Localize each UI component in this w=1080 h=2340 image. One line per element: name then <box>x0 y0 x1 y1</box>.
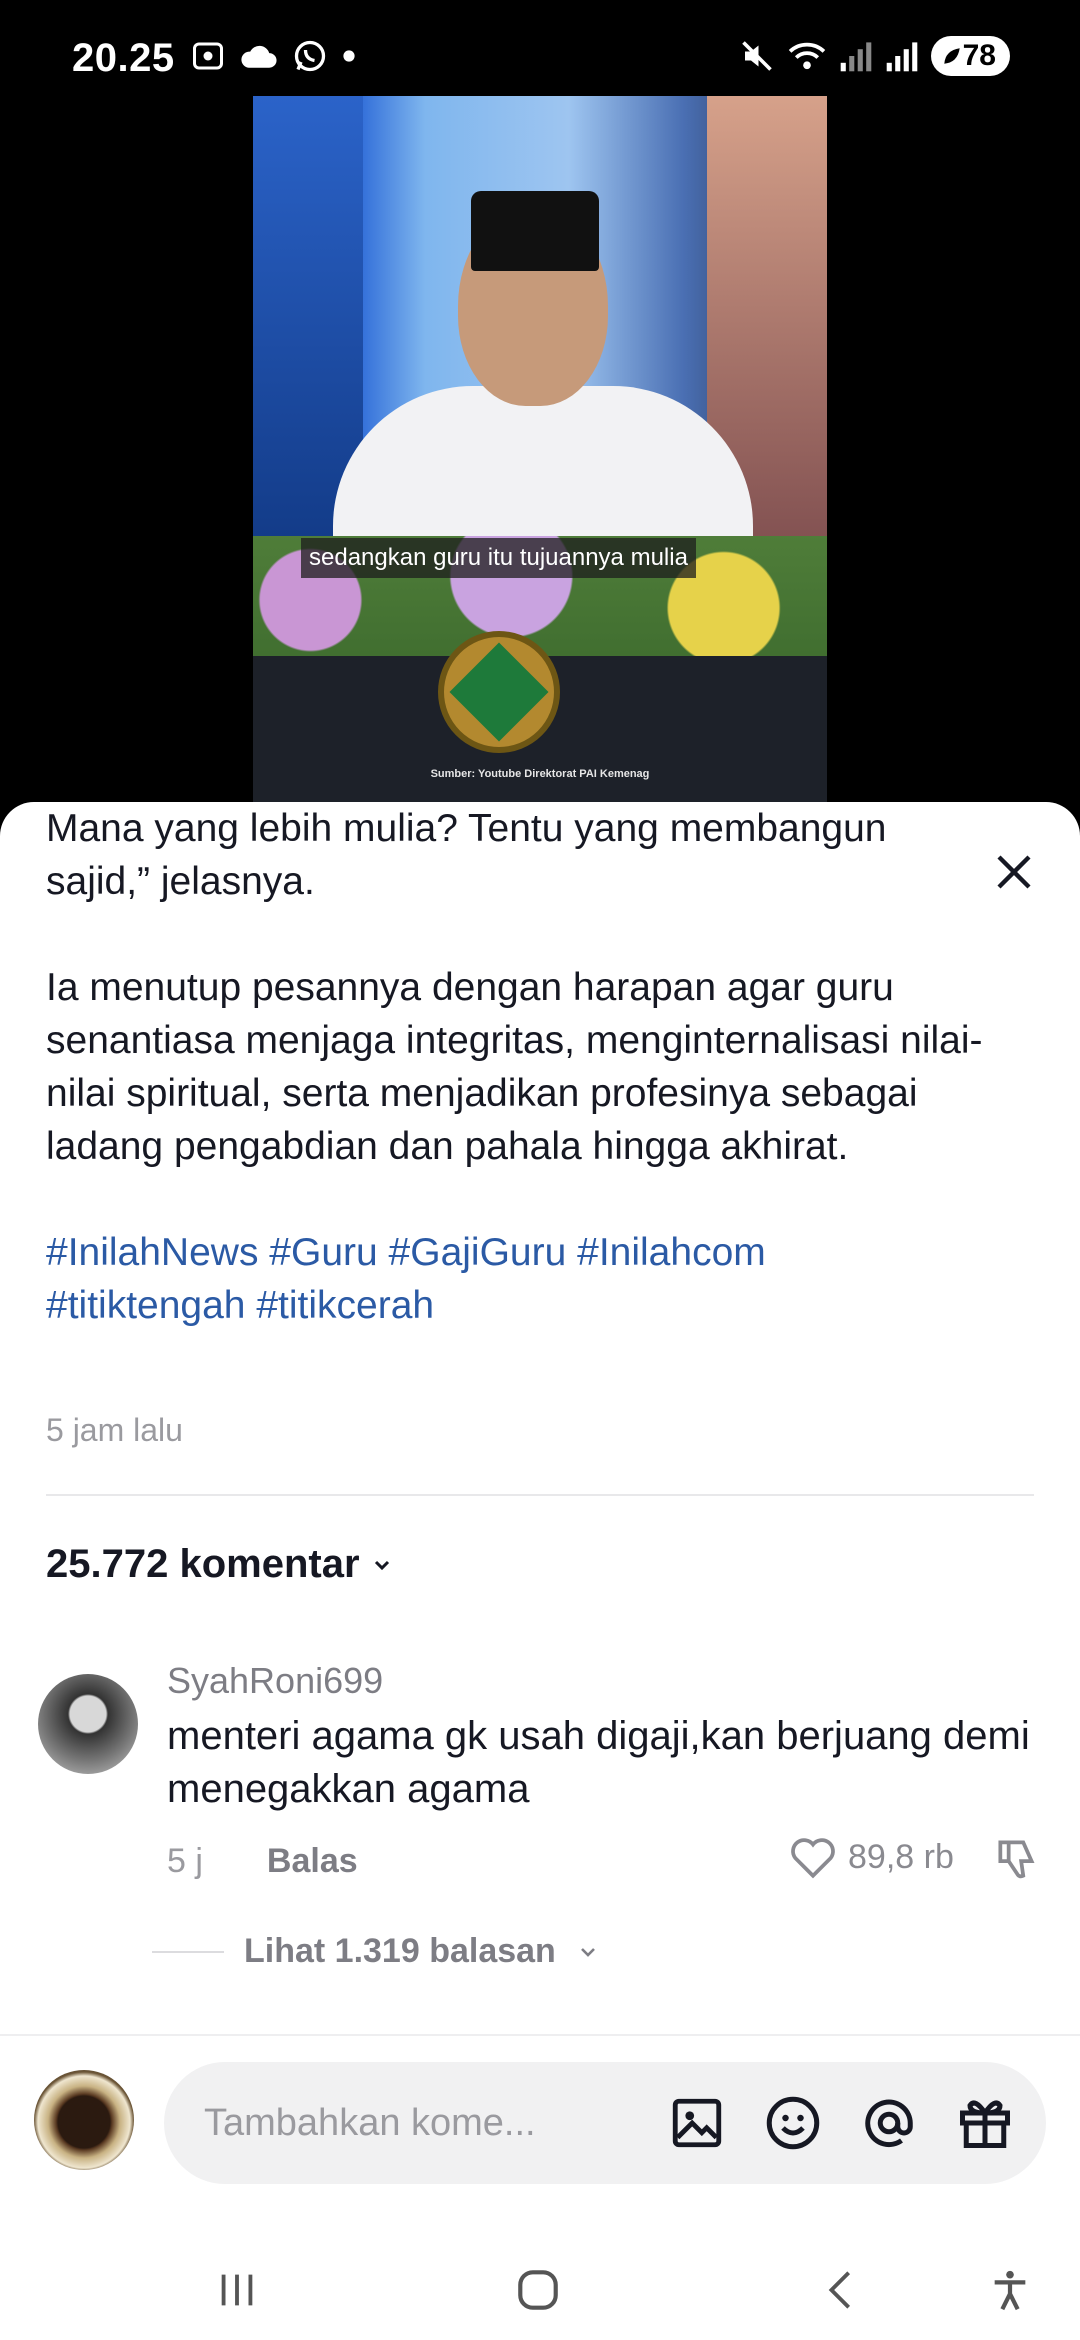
accessibility-button[interactable] <box>975 2260 1045 2320</box>
thumbs-down-icon <box>998 1840 1035 1879</box>
comment-input[interactable] <box>202 2092 606 2154</box>
emoji-icon <box>766 2096 820 2150</box>
video-subtitle: sedangkan guru itu tujuannya mulia <box>301 538 696 578</box>
like-count: 89,8 rb <box>848 1837 954 1876</box>
view-replies-button[interactable]: Lihat 1.319 balasan <box>152 1932 600 1971</box>
hashtag-link[interactable]: #GajiGuru <box>389 1231 567 1274</box>
status-system-icons: 78 <box>739 36 1010 76</box>
avatar <box>34 2070 134 2170</box>
image-button[interactable] <box>666 2092 728 2154</box>
back-icon <box>828 2271 851 2309</box>
accessibility-icon <box>994 2270 1026 2311</box>
home-button[interactable] <box>503 2260 573 2320</box>
cloud-icon <box>241 45 277 68</box>
caption-line: Mana yang lebih mulia? Tentu yang memban… <box>46 807 887 850</box>
comment-count-label: 25.772 komentar <box>46 1542 360 1586</box>
whatsapp-icon <box>294 40 326 72</box>
at-icon <box>865 2099 913 2147</box>
battery-level: 78 <box>962 39 996 72</box>
status-notification-icons <box>190 38 356 74</box>
chevron-down-icon <box>374 1560 389 1570</box>
comment-text: menteri agama gk usah digaji,kan berjuan… <box>167 1714 1030 1811</box>
status-time: 20.25 <box>72 36 175 80</box>
signal-icon-2 <box>886 42 917 72</box>
wifi-icon <box>788 42 825 70</box>
caption-line: sajid,” jelasnya. <box>46 860 315 903</box>
dot-icon <box>343 50 355 62</box>
signal-icon-1 <box>840 42 871 72</box>
input-actions <box>666 2092 1016 2154</box>
view-replies-label: Lihat 1.319 balasan <box>244 1932 556 1970</box>
back-button[interactable] <box>806 2260 876 2320</box>
comment-time: 5 j <box>167 1842 203 1880</box>
comment-input-bar <box>0 2034 1080 2240</box>
comment-meta: 5 j Balas <box>167 1842 358 1881</box>
mention-button[interactable] <box>858 2092 920 2154</box>
video-emblem <box>438 631 560 753</box>
divider <box>46 1494 1034 1496</box>
comment-sort-toggle[interactable]: 25.772 komentar <box>46 1542 394 1587</box>
hashtag-link[interactable]: #InilahNews <box>46 1231 258 1274</box>
video-source-credit: Sumber: Youtube Direktorat PAI Kemenag <box>430 768 650 780</box>
recent-apps-button[interactable] <box>202 2260 272 2320</box>
battery-indicator: 78 <box>930 36 1010 76</box>
dislike-button[interactable] <box>992 1834 1042 1889</box>
system-nav-bar <box>0 2238 1080 2340</box>
comment-input-box[interactable] <box>164 2062 1046 2184</box>
like-button[interactable]: 89,8 rb <box>788 1834 954 1880</box>
comment-username[interactable]: SyahRoni699 <box>167 1660 383 1702</box>
hashtag-link[interactable]: #Inilahcom <box>577 1231 766 1274</box>
emoji-button[interactable] <box>762 2092 824 2154</box>
hashtag-link[interactable]: #titiktengah <box>46 1284 245 1327</box>
video-player[interactable]: sedangkan guru itu tujuannya mulia Sumbe… <box>253 96 827 804</box>
hashtag-link[interactable]: #Guru <box>269 1231 377 1274</box>
hashtag-list: #InilahNews #Guru #GajiGuru #Inilahcom #… <box>46 1226 1006 1332</box>
screenshot-icon <box>193 42 223 70</box>
chevron-down-icon <box>580 1947 595 1957</box>
gift-icon <box>960 2100 1010 2148</box>
gift-button[interactable] <box>954 2092 1016 2154</box>
avatar[interactable] <box>38 1674 138 1774</box>
reply-button[interactable]: Balas <box>267 1842 358 1881</box>
mute-icon <box>741 41 772 71</box>
close-icon <box>997 855 1031 889</box>
battery-saver-icon <box>943 48 960 64</box>
replies-line <box>152 1950 224 1953</box>
hashtag-link[interactable]: #titikcerah <box>256 1284 434 1327</box>
home-icon <box>518 2270 558 2310</box>
close-button[interactable] <box>986 844 1042 900</box>
image-icon <box>672 2098 722 2148</box>
post-time: 5 jam lalu <box>46 1412 183 1448</box>
caption-paragraph: Ia menutup pesannya dengan harapan agar … <box>46 966 983 1168</box>
status-bar: 20.25 78 <box>0 0 1080 96</box>
recent-apps-icon <box>221 2274 253 2306</box>
video-speaker-cap <box>471 191 599 271</box>
heart-icon <box>791 1838 835 1879</box>
post-caption: Mana yang lebih mulia? Tentu yang memban… <box>46 802 1006 1332</box>
